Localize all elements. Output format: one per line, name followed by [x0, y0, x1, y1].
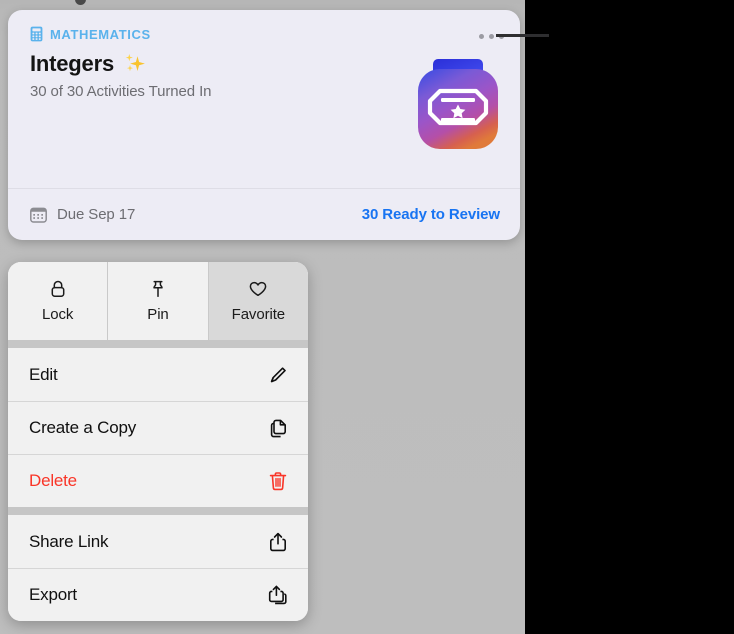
- heart-icon: [248, 279, 268, 299]
- subject-label: MATHEMATICS: [50, 26, 151, 42]
- duplicate-icon: [267, 417, 289, 439]
- due-date-group: Due Sep 17: [30, 206, 135, 223]
- page-title: Integers: [30, 51, 114, 76]
- menu-item-create-a-copy[interactable]: Create a Copy: [8, 401, 308, 454]
- menu-item-export[interactable]: Export: [8, 568, 308, 621]
- quick-action-label: Lock: [42, 306, 74, 323]
- pin-icon: [148, 279, 168, 299]
- menu-item-label: Delete: [29, 470, 77, 490]
- assignment-card-body: MATHEMATICS Integers 30 of 30 Activities…: [8, 10, 520, 178]
- ready-to-review-link[interactable]: 30 Ready to Review: [362, 206, 500, 223]
- assignment-card-footer: Due Sep 17 30 Ready to Review: [8, 189, 520, 240]
- menu-group: Share Link Export: [8, 515, 308, 621]
- menu-item-delete[interactable]: Delete: [8, 454, 308, 507]
- menu-item-edit[interactable]: Edit: [8, 348, 308, 401]
- calculator-icon: [30, 26, 43, 42]
- menu-item-label: Export: [29, 584, 77, 604]
- ellipsis-dot: [489, 34, 494, 39]
- share-icon: [267, 531, 289, 553]
- pencil-icon: [267, 364, 289, 386]
- calendar-icon: [30, 207, 47, 223]
- menu-group: Edit Create a Copy Delete: [8, 348, 308, 507]
- subject-row: MATHEMATICS: [30, 26, 502, 42]
- quick-action-lock[interactable]: Lock: [8, 262, 109, 340]
- screen: MATHEMATICS Integers 30 of 30 Activities…: [0, 0, 734, 634]
- export-icon: [267, 584, 289, 606]
- quick-action-label: Favorite: [231, 306, 286, 323]
- quick-action-favorite[interactable]: Favorite: [208, 262, 308, 340]
- context-menu[interactable]: Lock Pin Favorite Edit Create a Copy Del…: [8, 262, 308, 621]
- due-date-label: Due Sep 17: [57, 206, 136, 223]
- menu-group-separator: [8, 507, 308, 515]
- quick-actions-row: Lock Pin Favorite: [8, 262, 308, 340]
- menu-item-label: Create a Copy: [29, 417, 137, 437]
- menu-item-label: Share Link: [29, 531, 109, 551]
- callout-leader-line: [496, 34, 549, 37]
- ellipsis-dot: [479, 34, 484, 39]
- quick-action-pin[interactable]: Pin: [108, 262, 209, 340]
- trash-icon: [267, 470, 289, 492]
- assignment-card[interactable]: MATHEMATICS Integers 30 of 30 Activities…: [8, 10, 520, 240]
- sparkles-icon: [122, 51, 148, 77]
- quick-action-label: Pin: [147, 306, 169, 323]
- menu-item-share-link[interactable]: Share Link: [8, 515, 308, 568]
- menu-item-label: Edit: [29, 364, 58, 384]
- schoolwork-app-icon: [414, 57, 502, 153]
- lock-icon: [48, 279, 68, 299]
- menu-group-separator: [8, 340, 308, 348]
